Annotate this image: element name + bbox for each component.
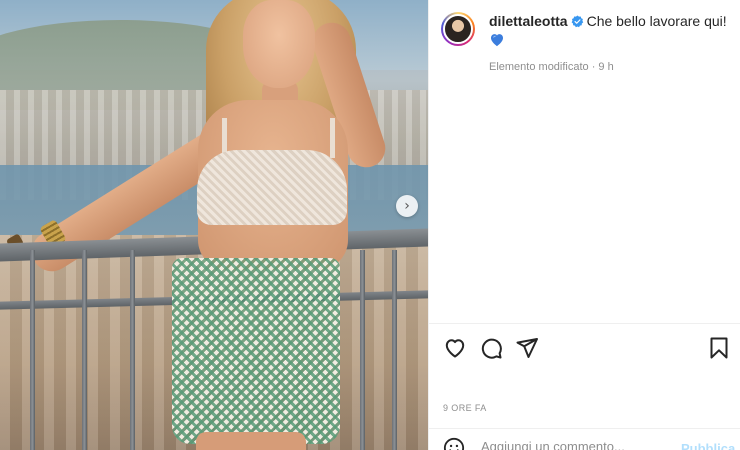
photo-legs [196, 432, 306, 450]
speech-bubble-icon[interactable] [479, 336, 503, 360]
action-bar [443, 336, 729, 360]
chevron-right-icon[interactable]: › [396, 195, 418, 217]
caption-text: Che bello lavorare qui! [586, 13, 727, 29]
post-time-label: 9 ORE FA [443, 403, 487, 413]
railing-bar [30, 250, 35, 450]
railing-bar [392, 250, 397, 450]
heart-outline-icon[interactable] [443, 336, 467, 360]
photo-crochet-top [197, 150, 347, 225]
bookmark-icon[interactable] [707, 336, 731, 360]
verified-badge-icon [571, 15, 583, 28]
publish-button[interactable]: Pubblica [681, 441, 735, 450]
railing-bar [130, 250, 135, 450]
edited-timestamp: Elemento modificato · 9 h [489, 61, 614, 73]
comment-input[interactable] [481, 439, 661, 450]
smiley-icon[interactable] [443, 437, 465, 450]
username-link[interactable]: dilettaleotta [489, 13, 568, 29]
divider [429, 323, 740, 324]
blue-heart-icon [491, 34, 503, 47]
top-strap [330, 118, 335, 158]
comment-form: Pubblica [443, 437, 735, 450]
photo-face [243, 0, 315, 88]
post-photo[interactable]: › [0, 0, 428, 450]
avatar[interactable] [443, 14, 473, 44]
post-side-panel: dilettaleotta Che bello lavorare qui! El… [428, 0, 740, 450]
paper-plane-icon[interactable] [515, 336, 539, 360]
divider [429, 428, 740, 429]
railing-bar [82, 250, 87, 450]
caption-row: dilettaleotta Che bello lavorare qui! [441, 12, 732, 47]
avatar-story-ring[interactable] [441, 12, 475, 46]
photo-houndstooth-skirt [172, 258, 340, 444]
railing-bar [360, 250, 365, 450]
caption: dilettaleotta Che bello lavorare qui! [489, 12, 729, 47]
